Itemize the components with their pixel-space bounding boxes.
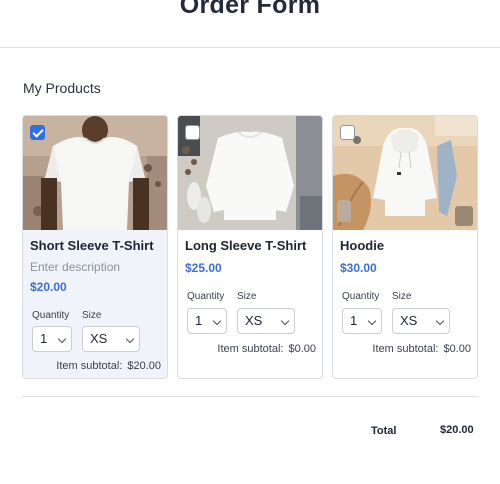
subtotal-label: Item subtotal:	[372, 343, 439, 355]
product-card-hoodie[interactable]: Hoodie $30.00 Quantity Size 1 XS Item su…	[332, 115, 478, 379]
chevron-down-icon	[212, 316, 222, 326]
size-select[interactable]: XS	[82, 326, 140, 352]
product-name: Hoodie	[340, 238, 385, 253]
section-title: My Products	[23, 80, 101, 96]
quantity-select[interactable]: 1	[32, 326, 72, 352]
product-price: $25.00	[185, 261, 222, 275]
item-subtotal: Item subtotal: $20.00	[56, 360, 161, 372]
select-checkbox[interactable]	[30, 125, 45, 140]
description-input[interactable]: Enter description	[30, 260, 120, 274]
select-checkbox[interactable]	[185, 125, 200, 140]
quantity-label: Quantity	[342, 291, 380, 302]
total-label: Total	[371, 425, 397, 437]
select-checkbox[interactable]	[340, 125, 355, 140]
product-name: Short Sleeve T-Shirt	[30, 238, 154, 253]
size-value: XS	[245, 313, 263, 328]
subtotal-label: Item subtotal:	[217, 343, 284, 355]
size-select[interactable]: XS	[237, 308, 295, 334]
quantity-select[interactable]: 1	[342, 308, 382, 334]
size-label: Size	[237, 291, 257, 302]
chevron-down-icon	[57, 334, 67, 344]
chevron-down-icon	[280, 316, 290, 326]
subtotal-value: $0.00	[288, 343, 316, 355]
quantity-select[interactable]: 1	[187, 308, 227, 334]
size-label: Size	[82, 310, 102, 321]
subtotal-label: Item subtotal:	[56, 360, 123, 372]
chevron-down-icon	[367, 316, 377, 326]
product-price: $30.00	[340, 261, 377, 275]
quantity-value: 1	[195, 313, 203, 328]
quantity-value: 1	[350, 313, 358, 328]
size-value: XS	[90, 331, 108, 346]
size-label: Size	[392, 291, 412, 302]
product-card-long-sleeve-tshirt[interactable]: Long Sleeve T-Shirt $25.00 Quantity Size…	[177, 115, 323, 379]
subtotal-value: $20.00	[127, 360, 161, 372]
size-select[interactable]: XS	[392, 308, 450, 334]
item-subtotal: Item subtotal: $0.00	[372, 343, 471, 355]
quantity-label: Quantity	[32, 310, 70, 321]
product-name: Long Sleeve T-Shirt	[185, 238, 307, 253]
product-price: $20.00	[30, 280, 67, 294]
subtotal-value: $0.00	[443, 343, 471, 355]
summary-divider	[22, 396, 478, 397]
item-subtotal: Item subtotal: $0.00	[217, 343, 316, 355]
chevron-down-icon	[125, 334, 135, 344]
quantity-label: Quantity	[187, 291, 225, 302]
product-card-short-sleeve-tshirt[interactable]: Short Sleeve T-Shirt Enter description $…	[22, 115, 168, 379]
size-value: XS	[400, 313, 418, 328]
header-divider	[0, 47, 500, 48]
chevron-down-icon	[435, 316, 445, 326]
total-value: $20.00	[440, 424, 474, 436]
page-title: Order Form	[179, 0, 321, 19]
quantity-value: 1	[40, 331, 48, 346]
